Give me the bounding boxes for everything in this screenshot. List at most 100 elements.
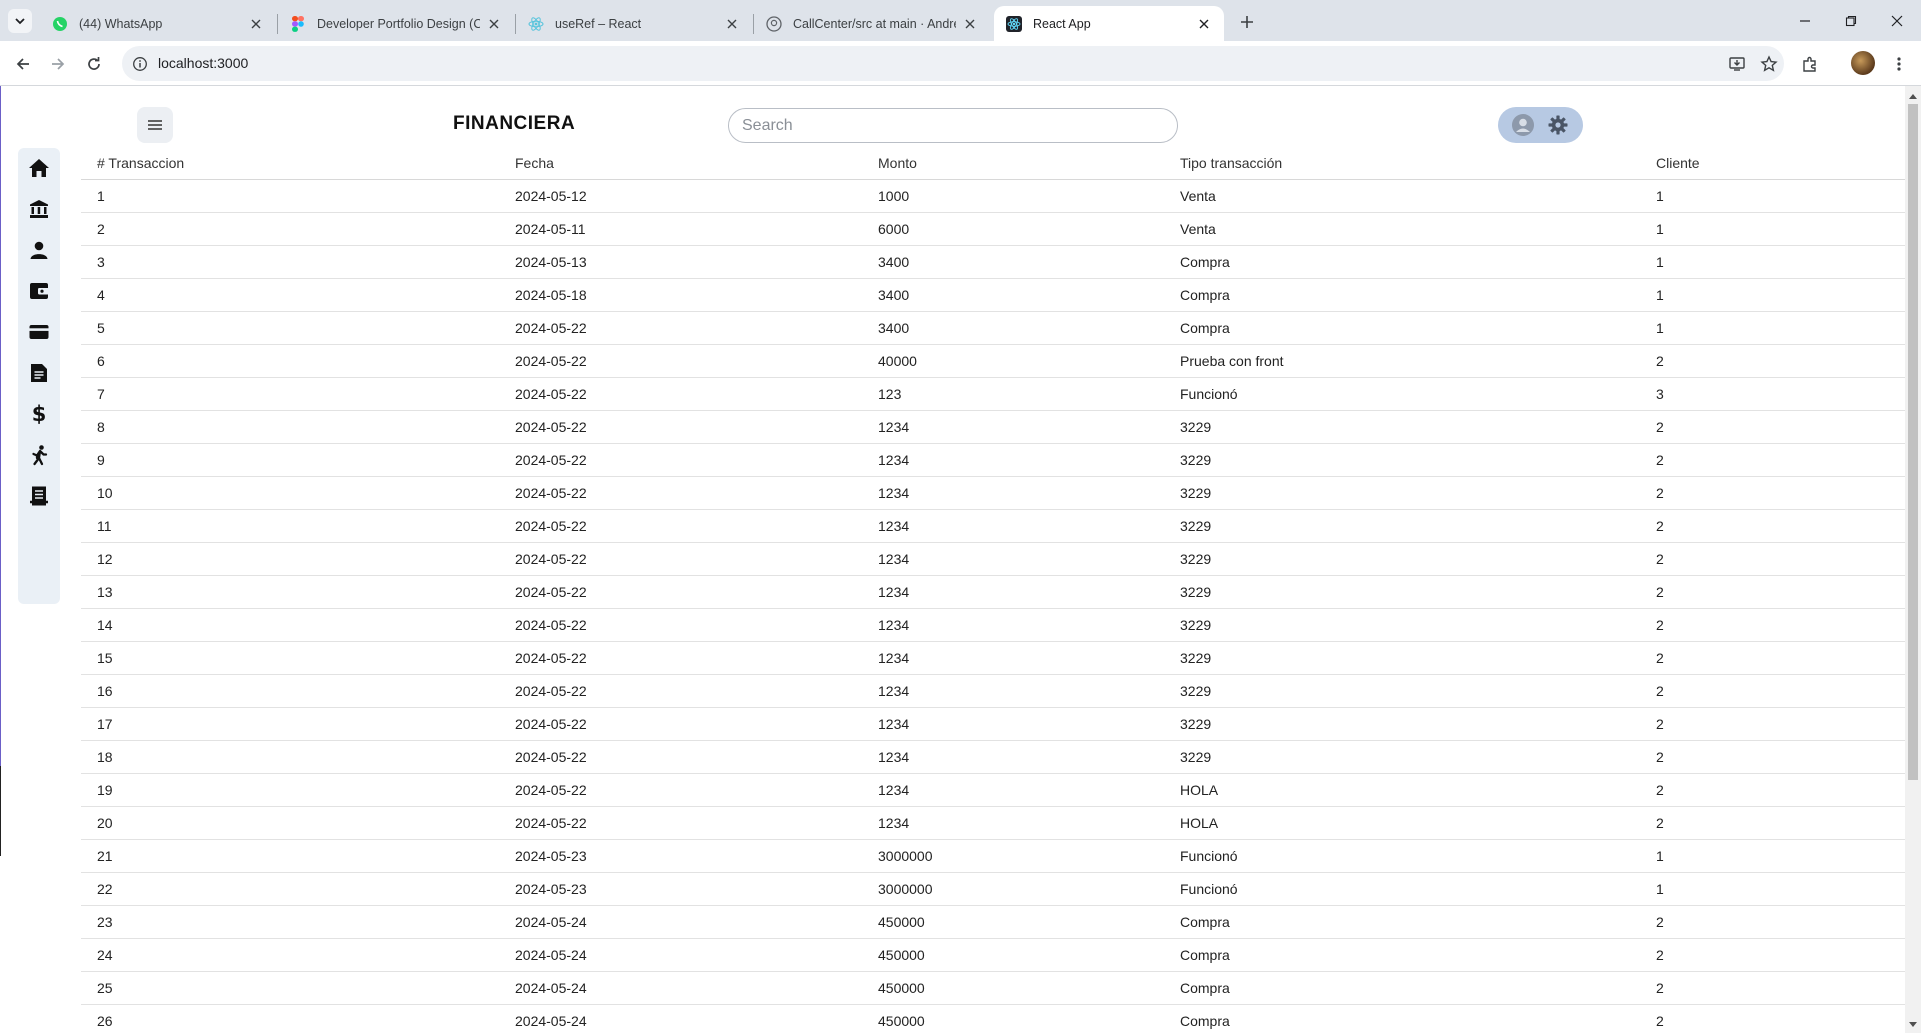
install-app-icon[interactable] <box>1726 53 1748 75</box>
cell-cliente: 1 <box>1640 278 1905 312</box>
tab-search-button[interactable] <box>8 9 32 33</box>
cell-cliente: 2 <box>1640 542 1905 576</box>
scrollbar-thumb[interactable] <box>1908 104 1918 780</box>
cell-cliente: 2 <box>1640 773 1905 807</box>
cell-transaccion: 20 <box>81 806 499 840</box>
forward-button[interactable] <box>42 48 74 80</box>
cell-transaccion: 18 <box>81 740 499 774</box>
cell-fecha: 2024-05-22 <box>499 311 862 345</box>
address-bar[interactable]: localhost:3000 <box>122 46 1784 81</box>
scroll-down-arrow-icon[interactable] <box>1905 1017 1921 1033</box>
cell-cliente: 2 <box>1640 674 1905 708</box>
tab-title: CallCenter/src at main · Andres <box>793 16 956 31</box>
table-row: 10 2024-05-22 1234 3229 2 <box>81 476 1905 510</box>
cell-fecha: 2024-05-22 <box>499 443 862 477</box>
cell-tipo: HOLA <box>1164 806 1640 840</box>
bank-icon[interactable] <box>27 197 51 221</box>
tab-react-app[interactable]: React App <box>994 6 1224 41</box>
document-icon[interactable] <box>27 361 51 385</box>
cell-fecha: 2024-05-13 <box>499 245 862 279</box>
cell-tipo: Compra <box>1164 905 1640 939</box>
cell-monto: 3000000 <box>862 839 1164 873</box>
table-row: 9 2024-05-22 1234 3229 2 <box>81 443 1905 477</box>
profile-avatar[interactable] <box>1851 51 1875 75</box>
dollar-icon[interactable]: $ <box>27 402 51 426</box>
cell-tipo: 3229 <box>1164 542 1640 576</box>
cell-transaccion: 19 <box>81 773 499 807</box>
table-row: 13 2024-05-22 1234 3229 2 <box>81 575 1905 609</box>
cell-fecha: 2024-05-12 <box>499 179 862 213</box>
table-row: 5 2024-05-22 3400 Compra 1 <box>81 311 1905 345</box>
person-walking-icon[interactable] <box>27 443 51 467</box>
cell-transaccion: 16 <box>81 674 499 708</box>
close-icon[interactable] <box>486 16 502 32</box>
minimize-button[interactable] <box>1782 0 1828 41</box>
user-avatar-icon[interactable] <box>1510 112 1536 138</box>
cell-transaccion: 23 <box>81 905 499 939</box>
table-row: 4 2024-05-18 3400 Compra 1 <box>81 278 1905 312</box>
cell-cliente: 3 <box>1640 377 1905 411</box>
close-icon[interactable] <box>248 16 264 32</box>
cell-cliente: 2 <box>1640 806 1905 840</box>
url-text[interactable]: localhost:3000 <box>158 55 248 71</box>
page-left-edge-dark <box>0 766 1 856</box>
browser-menu-button[interactable] <box>1883 48 1915 80</box>
cell-tipo: 3229 <box>1164 476 1640 510</box>
cell-cliente: 2 <box>1640 344 1905 378</box>
cell-monto: 450000 <box>862 938 1164 972</box>
column-header-transaccion: # Transaccion <box>81 148 499 180</box>
sidebar-nav: $ <box>18 148 60 604</box>
cell-monto: 1234 <box>862 410 1164 444</box>
tab-figma[interactable]: Developer Portfolio Design (Co <box>278 6 514 41</box>
reload-icon <box>88 57 100 70</box>
cell-tipo: Funcionó <box>1164 872 1640 906</box>
close-icon[interactable] <box>724 16 740 32</box>
site-info-icon[interactable] <box>130 54 150 74</box>
cell-monto: 1234 <box>862 608 1164 642</box>
cell-tipo: Funcionó <box>1164 377 1640 411</box>
person-icon[interactable] <box>27 238 51 262</box>
cell-cliente: 2 <box>1640 641 1905 675</box>
cell-transaccion: 14 <box>81 608 499 642</box>
cell-cliente: 2 <box>1640 707 1905 741</box>
tab-whatsapp[interactable]: (44) WhatsApp <box>40 6 276 41</box>
cell-monto: 1234 <box>862 674 1164 708</box>
cell-cliente: 2 <box>1640 740 1905 774</box>
restore-button[interactable] <box>1828 0 1874 41</box>
close-window-button[interactable] <box>1874 0 1920 41</box>
bookmark-star-icon[interactable] <box>1758 53 1780 75</box>
cell-fecha: 2024-05-18 <box>499 278 862 312</box>
cell-cliente: 2 <box>1640 509 1905 543</box>
tab-github-callcenter[interactable]: CallCenter/src at main · Andres <box>754 6 990 41</box>
cell-tipo: Prueba con front <box>1164 344 1640 378</box>
cell-cliente: 2 <box>1640 410 1905 444</box>
new-tab-button[interactable] <box>1233 8 1261 36</box>
browser-toolbar: localhost:3000 <box>0 41 1921 86</box>
close-icon[interactable] <box>962 16 978 32</box>
hamburger-menu-button[interactable] <box>137 107 173 143</box>
receipt-icon[interactable] <box>27 484 51 508</box>
scroll-up-arrow-icon[interactable] <box>1905 88 1921 104</box>
home-icon[interactable] <box>27 156 51 180</box>
figma-icon <box>290 15 306 32</box>
cell-cliente: 2 <box>1640 476 1905 510</box>
search-input[interactable] <box>728 108 1178 143</box>
back-button[interactable] <box>7 48 39 80</box>
cell-transaccion: 7 <box>81 377 499 411</box>
extensions-button[interactable] <box>1794 48 1826 80</box>
wallet-icon[interactable] <box>27 279 51 303</box>
cell-transaccion: 24 <box>81 938 499 972</box>
cell-transaccion: 25 <box>81 971 499 1005</box>
cell-fecha: 2024-05-22 <box>499 344 862 378</box>
credit-card-icon[interactable] <box>27 320 51 344</box>
cell-fecha: 2024-05-11 <box>499 212 862 246</box>
cell-monto: 1234 <box>862 806 1164 840</box>
github-icon <box>766 15 782 32</box>
gear-icon[interactable] <box>1545 112 1571 138</box>
cell-transaccion: 2 <box>81 212 499 246</box>
reload-button[interactable] <box>78 48 110 80</box>
cell-transaccion: 6 <box>81 344 499 378</box>
close-icon[interactable] <box>1196 16 1212 32</box>
cell-transaccion: 13 <box>81 575 499 609</box>
tab-useref-react[interactable]: useRef – React <box>516 6 752 41</box>
